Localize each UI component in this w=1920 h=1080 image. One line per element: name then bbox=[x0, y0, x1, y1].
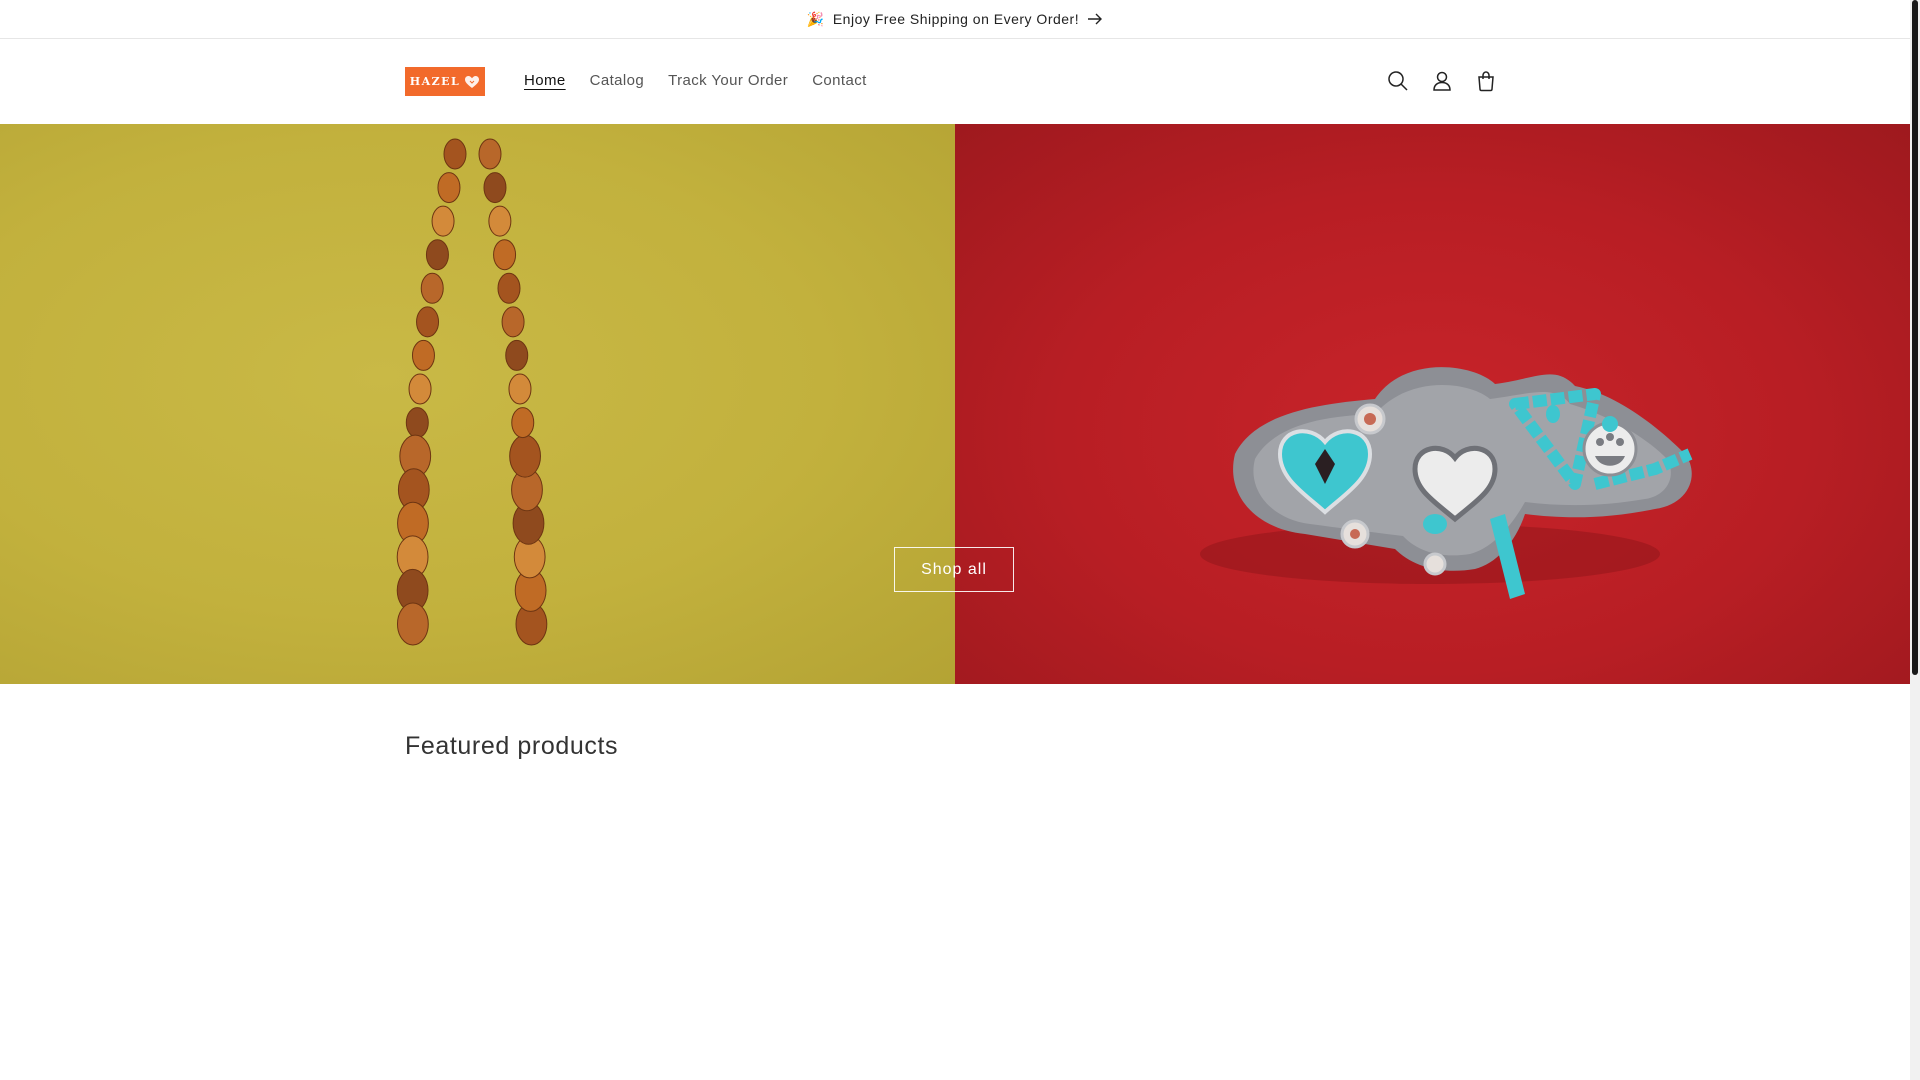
cart-icon bbox=[1478, 71, 1494, 92]
hero-image-brooch bbox=[955, 124, 1910, 684]
amber-bead bbox=[437, 172, 461, 204]
amber-bead bbox=[478, 138, 502, 170]
announcement-link[interactable]: 🎉 Enjoy Free Shipping on Every Order! bbox=[807, 11, 1103, 28]
site-header: HAZEL Home Catalog Track Your Order Cont… bbox=[0, 39, 1910, 123]
party-emoji: 🎉 bbox=[806, 10, 825, 27]
header-icons bbox=[1376, 59, 1508, 103]
scrollbar[interactable] bbox=[1910, 0, 1920, 1080]
account-button[interactable] bbox=[1420, 59, 1464, 103]
amber-bead bbox=[511, 407, 535, 439]
hero-banner: Shop all bbox=[0, 124, 1910, 684]
amber-necklace-illustration bbox=[396, 138, 548, 646]
amber-bead bbox=[443, 138, 467, 170]
amber-bead bbox=[508, 373, 532, 405]
scrollbar-thumb[interactable] bbox=[1912, 0, 1918, 675]
cart-button[interactable] bbox=[1464, 59, 1508, 103]
amber-bead bbox=[488, 205, 512, 237]
main-nav: Home Catalog Track Your Order Contact bbox=[512, 63, 879, 99]
nav-home[interactable]: Home bbox=[512, 63, 578, 99]
amber-bead bbox=[408, 373, 432, 405]
search-button[interactable] bbox=[1376, 59, 1420, 103]
amber-bead bbox=[493, 239, 517, 271]
announcement-text: Enjoy Free Shipping on Every Order! bbox=[832, 11, 1080, 27]
featured-products-heading: Featured products bbox=[405, 732, 619, 760]
page: 🎉 Enjoy Free Shipping on Every Order! HA… bbox=[0, 0, 1910, 1080]
amber-bead bbox=[431, 205, 455, 237]
amber-bead bbox=[425, 239, 449, 271]
amber-bead bbox=[396, 602, 429, 646]
announcement-bar: 🎉 Enjoy Free Shipping on Every Order! bbox=[0, 0, 1910, 39]
store-logo[interactable]: HAZEL bbox=[405, 67, 485, 96]
amber-bead bbox=[501, 306, 525, 338]
amber-bead bbox=[405, 407, 429, 439]
amber-bead bbox=[420, 272, 444, 304]
turquoise-brooch-illustration bbox=[1200, 367, 1693, 599]
search-icon bbox=[1388, 71, 1408, 91]
logo-text: HAZEL bbox=[409, 75, 461, 88]
amber-bead bbox=[497, 272, 521, 304]
amber-bead bbox=[411, 339, 435, 371]
amber-bead bbox=[505, 339, 529, 371]
nav-track-order[interactable]: Track Your Order bbox=[656, 63, 800, 99]
hero-image-necklace bbox=[0, 124, 955, 684]
amber-bead bbox=[483, 172, 507, 204]
heart-icon bbox=[465, 75, 480, 88]
amber-bead bbox=[416, 306, 440, 338]
arrow-right-icon bbox=[1088, 13, 1103, 25]
nav-catalog[interactable]: Catalog bbox=[578, 63, 657, 99]
amber-bead bbox=[509, 434, 541, 478]
shop-all-button[interactable]: Shop all bbox=[894, 547, 1014, 592]
account-icon bbox=[1433, 71, 1451, 91]
nav-contact[interactable]: Contact bbox=[800, 63, 879, 99]
